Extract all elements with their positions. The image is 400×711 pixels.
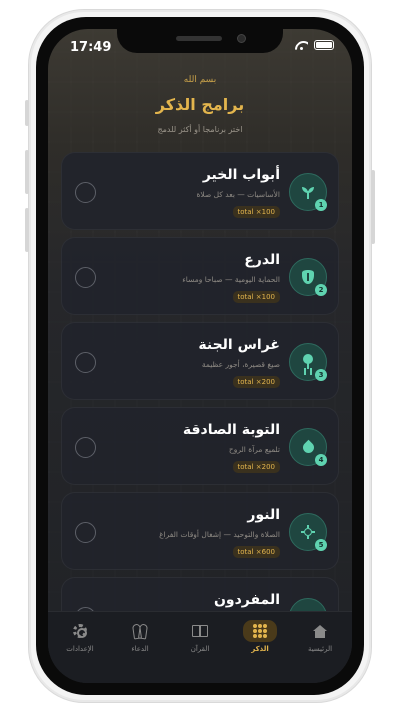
select-radio[interactable] (75, 267, 96, 288)
program-title: المفردون (213, 592, 280, 608)
program-card-3[interactable]: غراس الجنة صيغ قصيرة، أجور عظيمة total ×… (61, 322, 339, 400)
program-title: النور (247, 507, 280, 523)
speaker (176, 36, 222, 41)
tab-bar: الرئيسية الذكر القرآن الدعاء الإعدادات (48, 611, 352, 683)
status-time: 17:49 (70, 40, 112, 55)
tab-label: القرآن (190, 645, 210, 653)
program-total-badge: total ×600 (232, 546, 280, 558)
tab-quran[interactable]: القرآن (172, 620, 228, 653)
tab-label: الإعدادات (66, 645, 94, 653)
home-icon (303, 620, 337, 642)
tab-dhikr[interactable]: الذكر (232, 620, 288, 653)
tab-home[interactable]: الرئيسية (292, 620, 348, 653)
program-subtitle: تلميع مرآة الروح (228, 445, 280, 454)
program-subtitle: صيغ قصيرة، أجور عظيمة (201, 360, 280, 369)
notch (117, 29, 283, 53)
program-number: 3 (315, 369, 327, 381)
tab-label: الدعاء (131, 645, 149, 653)
camera (237, 34, 246, 43)
program-number: 4 (315, 454, 327, 466)
program-card-1[interactable]: أبواب الخير الأساسيات — بعد كل صلاة tota… (61, 152, 339, 230)
volume-up-button (25, 150, 29, 194)
sprout-icon: 1 (289, 173, 327, 211)
program-total-badge: total ×100 (232, 291, 280, 303)
drop-icon: 4 (289, 428, 327, 466)
program-card-4[interactable]: التوبة الصادقة تلميع مرآة الروح total ×2… (61, 407, 339, 485)
tab-label: الذكر (251, 645, 269, 653)
praying-hands-icon (123, 620, 157, 642)
program-number: 1 (315, 199, 327, 211)
wifi-icon (295, 41, 308, 50)
select-radio[interactable] (75, 352, 96, 373)
book-icon (183, 620, 217, 642)
program-card-5[interactable]: النور الصلاة والتوحيد — إشغال أوقات الفر… (61, 492, 339, 570)
dhikr-dots-icon (243, 620, 277, 642)
tab-label: الرئيسية (307, 645, 333, 653)
mute-switch (25, 100, 29, 126)
program-title: أبواب الخير (202, 167, 280, 183)
program-subtitle: الحماية اليومية — صباحا ومساء (182, 275, 280, 284)
program-total-badge: total ×100 (232, 206, 280, 218)
program-total-badge: total ×200 (232, 376, 280, 388)
program-title: التوبة الصادقة (182, 422, 280, 438)
sun-icon: 5 (289, 513, 327, 551)
tab-settings[interactable]: الإعدادات (52, 620, 108, 653)
page-title: برامج الذكر (155, 95, 245, 114)
program-title: الدرع (244, 252, 280, 268)
status-icons (295, 40, 334, 50)
volume-down-button (25, 208, 29, 252)
page-subtitle: اختر برنامجا أو أكثر للدمج (157, 125, 243, 134)
app-screen: 17:49 بسم الله برامج الذكر اختر برنامجا … (48, 29, 352, 683)
program-subtitle: الأساسيات — بعد كل صلاة (196, 190, 280, 199)
tab-dua[interactable]: الدعاء (112, 620, 168, 653)
program-title: غراس الجنة (198, 337, 280, 353)
select-radio[interactable] (75, 437, 96, 458)
power-button (371, 170, 375, 244)
bismillah: بسم الله (183, 75, 217, 85)
battery-icon (314, 40, 334, 50)
tree-icon: 3 (289, 343, 327, 381)
program-total-badge: total ×200 (232, 461, 280, 473)
select-radio[interactable] (75, 522, 96, 543)
select-radio[interactable] (75, 182, 96, 203)
program-number: 2 (315, 284, 327, 296)
program-subtitle: الصلاة والتوحيد — إشغال أوقات الفراغ (159, 530, 280, 539)
program-card-2[interactable]: الدرع الحماية اليومية — صباحا ومساء tota… (61, 237, 339, 315)
gear-icon (63, 620, 97, 642)
program-number: 5 (315, 539, 327, 551)
shield-icon: 2 (289, 258, 327, 296)
